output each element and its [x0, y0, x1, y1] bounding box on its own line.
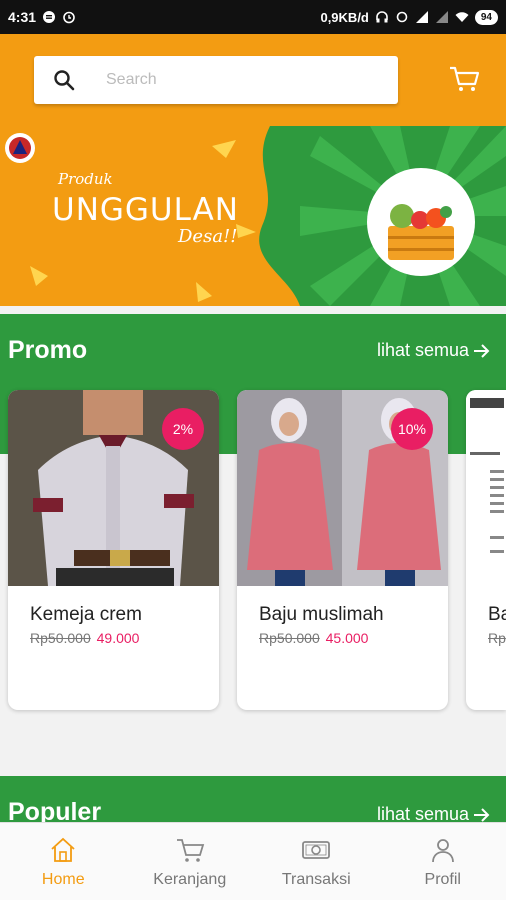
banner-line-2: UNGGULAN — [52, 192, 239, 228]
discount-badge: 2% — [162, 408, 204, 450]
product-card[interactable]: 2% Kemeja crem Rp50.000 49.000 — [8, 390, 219, 710]
search-icon — [54, 70, 75, 91]
price-row: Rp — [488, 630, 506, 646]
nav-item-keranjang[interactable]: Keranjang — [127, 823, 254, 900]
old-price-value: 50.000 — [276, 630, 320, 646]
nav-label: Home — [41, 871, 85, 888]
nav-item-home[interactable]: Home — [0, 823, 127, 900]
product-name: Ba — [488, 604, 506, 625]
new-price: 49.000 — [96, 630, 140, 646]
product-name: Kemeja crem — [30, 604, 142, 625]
discount-badge: 10% — [391, 408, 433, 450]
sync-icon — [396, 11, 408, 23]
product-image — [466, 390, 506, 586]
old-price: Rp50.000 — [30, 630, 91, 646]
currency-label: Rp — [30, 630, 48, 646]
see-all-label: lihat semua — [377, 340, 470, 360]
home-icon — [51, 837, 75, 862]
nav-label: Transaksi — [281, 871, 351, 888]
nav-item-profil[interactable]: Profil — [380, 823, 506, 900]
alarm-icon — [63, 11, 75, 24]
cart-icon[interactable] — [448, 64, 480, 94]
wifi-icon — [455, 12, 469, 22]
currency-label: Rp — [259, 630, 277, 646]
old-price: Rp — [488, 630, 506, 646]
arrow-right-icon — [474, 343, 490, 358]
old-price: Rp50.000 — [259, 630, 320, 646]
battery-indicator: 94 — [474, 9, 498, 25]
nav-item-transaksi[interactable]: Transaksi — [253, 823, 380, 900]
price-row: Rp50.000 45.000 — [259, 630, 368, 646]
promo-see-all-link[interactable]: lihat semua — [377, 340, 491, 361]
promo-title: Promo — [8, 336, 88, 364]
signal-icon-2 — [435, 11, 448, 23]
bottom-navigation: Home Keranjang Transaksi Profil — [0, 822, 506, 900]
notification-icon — [43, 11, 56, 23]
nav-label: Profil — [424, 871, 461, 888]
search-input[interactable] — [106, 56, 386, 104]
product-card[interactable]: 10% Baju muslimah Rp50.000 45.000 — [237, 390, 448, 710]
headphones-icon — [376, 11, 388, 23]
person-icon — [431, 839, 454, 863]
product-name: Baju muslimah — [259, 604, 384, 625]
nav-label: Keranjang — [153, 871, 227, 888]
app-header — [0, 34, 506, 126]
banner-line-1: Produk — [58, 170, 113, 188]
price-row: Rp50.000 49.000 — [30, 630, 139, 646]
status-time: 4:31 — [8, 9, 37, 25]
old-price-value: 50.000 — [47, 630, 91, 646]
banner-line-3: Desa!! — [178, 226, 238, 247]
signal-icon — [415, 11, 428, 23]
new-price: 45.000 — [325, 630, 369, 646]
arrow-right-icon — [474, 807, 490, 822]
money-icon — [302, 841, 331, 859]
search-box[interactable] — [34, 56, 398, 104]
network-speed: 0,9KB/d — [320, 9, 369, 25]
product-card[interactable]: Ba Rp — [466, 390, 506, 710]
status-bar: 4:31 0,9KB/d 94 — [0, 0, 506, 34]
cart-icon — [176, 839, 204, 862]
